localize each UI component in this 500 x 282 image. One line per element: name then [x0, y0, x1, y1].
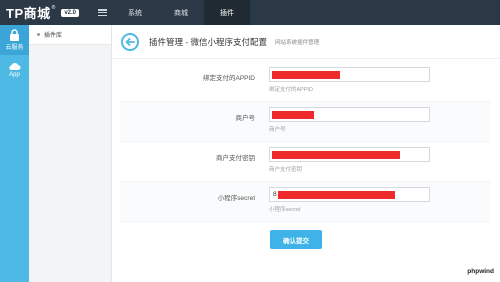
logo-registered-mark: ® — [51, 4, 56, 11]
menu-icon[interactable] — [98, 9, 107, 16]
sidebar-item-cloud-service[interactable]: 云服务 — [0, 25, 29, 55]
top-bar: TP商城 ® v2.0 系统 商城 插件 — [0, 0, 500, 25]
form-row: 绑定支付的APPID 绑定支付的APPID — [120, 62, 490, 102]
merchant-id-field[interactable] — [269, 107, 430, 122]
main-nav: 系统 商城 插件 — [112, 0, 250, 25]
sidebar-item-label: App — [9, 72, 20, 78]
left-sidebar: 云服务 App — [0, 25, 29, 282]
submit-button[interactable]: 确认提交 — [270, 230, 322, 249]
redaction-mark — [272, 71, 340, 79]
back-button[interactable] — [121, 32, 139, 51]
tab-plugins[interactable]: 插件 — [204, 0, 250, 25]
redaction-mark — [278, 191, 395, 199]
merchant-key-field[interactable] — [269, 147, 430, 162]
config-form: 绑定支付的APPID 绑定支付的APPID 商户号 商户号 商户支付密钥 商户支… — [120, 62, 490, 222]
watermark: phpwind — [467, 268, 494, 275]
arrow-left-icon — [125, 37, 135, 46]
form-row: 商户支付密钥 商户支付密钥 — [120, 142, 490, 182]
field-label-merchant-id: 商户号 — [235, 115, 256, 122]
form-row: 小程序secret 8 小程序secret — [120, 182, 490, 222]
field-help: 小程序secret — [269, 207, 301, 213]
tab-mall[interactable]: 商城 — [158, 0, 204, 25]
tab-system[interactable]: 系统 — [112, 0, 158, 25]
form-row: 商户号 商户号 — [120, 102, 490, 142]
field-label-appid: 绑定支付的APPID — [202, 75, 255, 82]
version-badge: v2.0 — [61, 8, 79, 17]
redaction-mark — [272, 151, 400, 159]
field-label-merchant-key: 商户支付密钥 — [216, 155, 255, 162]
redaction-mark — [272, 111, 314, 119]
field-help: 商户支付密钥 — [269, 167, 303, 173]
field-help: 绑定支付的APPID — [269, 87, 314, 93]
page-subtitle: 网站系统插件管理 — [275, 39, 320, 46]
logo-text: TP商城 — [6, 6, 51, 21]
page-header: 插件管理 - 微信小程序支付配置 网站系统插件管理 — [113, 25, 500, 59]
sidebar-item-label: 云服务 — [5, 45, 24, 51]
lock-icon — [10, 29, 19, 41]
subnav-item-label: 插件库 — [44, 33, 63, 39]
page-title: 插件管理 - 微信小程序支付配置 — [149, 36, 268, 47]
bullet-icon — [37, 33, 40, 36]
field-label-secret: 小程序secret — [217, 195, 255, 202]
sub-sidebar: 插件库 — [29, 25, 112, 282]
secret-field[interactable]: 8 — [269, 187, 430, 202]
app-logo[interactable]: TP商城 ® v2.0 — [0, 0, 110, 25]
sidebar-item-app[interactable]: App — [0, 55, 29, 85]
subnav-item-plugin-library[interactable]: 插件库 — [29, 25, 111, 45]
cloud-icon — [9, 63, 21, 70]
appid-field[interactable] — [269, 67, 430, 82]
field-help: 商户号 — [269, 127, 286, 133]
